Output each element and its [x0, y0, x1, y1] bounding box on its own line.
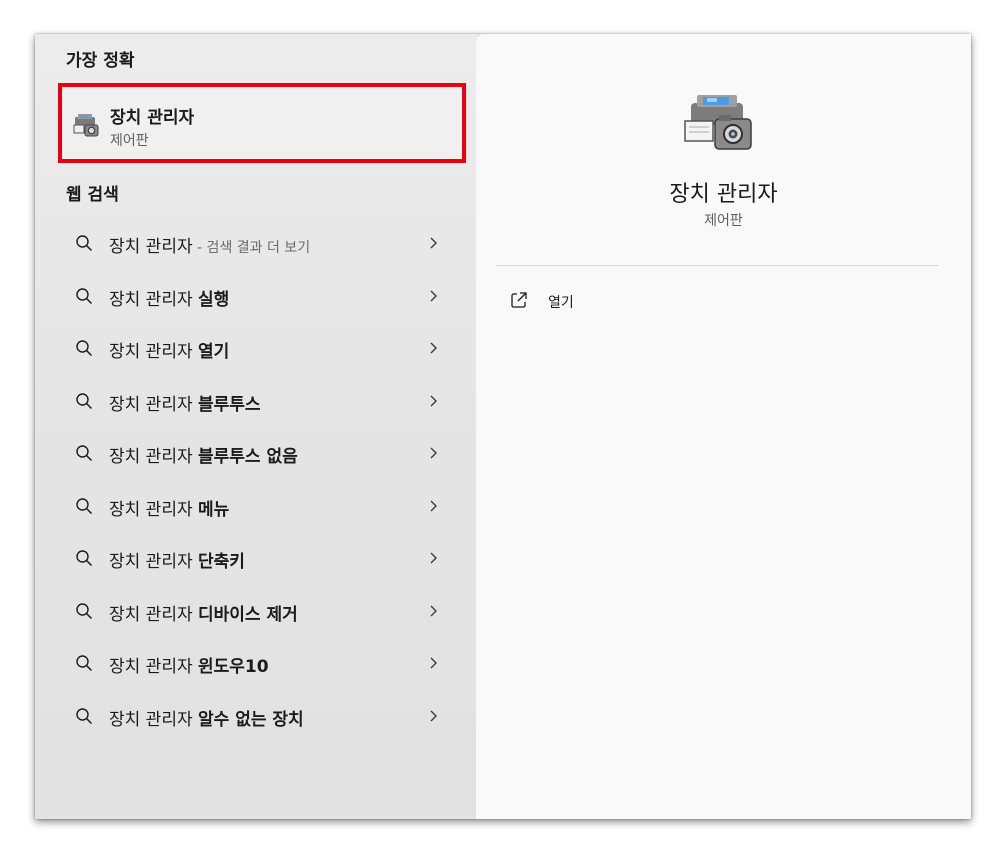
suggestion-query: 장치 관리자 — [109, 289, 199, 310]
suggestion-bold: 알수 없는 장치 — [198, 709, 304, 730]
suggestion-query: 장치 관리자 — [109, 499, 199, 520]
web-suggestion-item[interactable]: 장치 관리자 윈도우10 — [63, 640, 453, 686]
web-suggestion-item[interactable]: 장치 관리자 실행 — [63, 273, 453, 319]
best-match-header: 가장 정확 — [66, 51, 135, 71]
search-icon — [76, 497, 93, 514]
suggestion-query: 장치 관리자 — [109, 604, 199, 625]
suggestion-query: 장치 관리자 — [109, 552, 199, 572]
suggestion-bold: 디바이스 제거 — [198, 604, 298, 625]
search-icon — [76, 550, 93, 567]
web-suggestion-item[interactable]: 장치 관리자 단축키 — [63, 535, 453, 581]
chevron-right-icon — [430, 710, 437, 721]
suggestion-query: 장치 관리자 — [109, 394, 199, 415]
suggestion-text: 장치 관리자 - 검색 결과 더 보기 — [109, 232, 310, 257]
suggestion-suffix: - 검색 결과 더 보기 — [192, 240, 311, 256]
chevron-right-icon — [430, 290, 437, 301]
search-icon — [76, 445, 93, 462]
chevron-right-icon — [430, 237, 437, 249]
suggestion-text: 장치 관리자 메뉴 — [109, 495, 229, 520]
web-suggestion-item[interactable]: 장치 관리자 - 검색 결과 더 보기 — [63, 220, 453, 266]
search-window: 가장 정확 장치 관리자 제어판 웹 검색 장치 관리자 - 검색 결과 더 보… — [35, 34, 971, 819]
device-manager-icon — [73, 114, 99, 137]
search-icon — [76, 707, 93, 724]
suggestion-query: 장치 관리자 — [109, 237, 193, 257]
suggestion-query: 장치 관리자 — [109, 709, 199, 730]
search-icon — [76, 655, 93, 672]
chevron-right-icon — [430, 657, 437, 669]
best-match-title: 장치 관리자 — [110, 108, 195, 128]
suggestion-bold: 메뉴 — [198, 499, 230, 520]
preview-panel: 장치 관리자 제어판 열기 — [476, 34, 971, 819]
suggestion-text: 장치 관리자 열기 — [109, 337, 229, 362]
web-suggestion-item[interactable]: 장치 관리자 열기 — [63, 325, 453, 371]
suggestion-text: 장치 관리자 단축키 — [109, 547, 245, 572]
open-action-label: 열기 — [548, 295, 574, 311]
open-external-icon — [511, 292, 527, 308]
chevron-right-icon — [430, 552, 437, 564]
web-search-header: 웹 검색 — [66, 185, 119, 205]
suggestion-query: 장치 관리자 — [109, 657, 199, 677]
suggestion-text: 장치 관리자 윈도우10 — [109, 652, 269, 677]
suggestion-text: 장치 관리자 알수 없는 장치 — [109, 705, 304, 730]
suggestion-bold: 블루투스 — [198, 394, 261, 415]
web-suggestion-item[interactable]: 장치 관리자 메뉴 — [63, 483, 453, 529]
suggestion-text: 장치 관리자 디바이스 제거 — [109, 600, 298, 625]
web-suggestion-item[interactable]: 장치 관리자 디바이스 제거 — [63, 588, 453, 634]
search-icon — [76, 392, 93, 409]
preview-subtitle: 제어판 — [704, 213, 743, 229]
suggestion-bold: 단축키 — [198, 552, 245, 572]
search-icon — [76, 287, 93, 304]
preview-title: 장치 관리자 — [669, 182, 778, 207]
suggestion-bold: 실행 — [198, 289, 230, 310]
web-suggestion-item[interactable]: 장치 관리자 알수 없는 장치 — [63, 693, 453, 739]
chevron-right-icon — [430, 447, 437, 459]
suggestion-bold: 블루투스 없음 — [198, 447, 298, 467]
best-match-subtitle: 제어판 — [110, 133, 149, 149]
chevron-right-icon — [430, 395, 437, 406]
open-action[interactable]: 열기 — [510, 289, 630, 315]
chevron-right-icon — [430, 342, 437, 354]
divider — [496, 265, 939, 266]
chevron-right-icon — [430, 500, 437, 511]
web-suggestion-item[interactable]: 장치 관리자 블루투스 — [63, 378, 453, 424]
search-icon — [76, 235, 93, 252]
suggestion-text: 장치 관리자 실행 — [109, 285, 229, 310]
chevron-right-icon — [430, 605, 437, 616]
suggestion-bold: 윈도우10 — [198, 657, 269, 677]
suggestion-text: 장치 관리자 블루투스 없음 — [109, 442, 298, 467]
suggestion-text: 장치 관리자 블루투스 — [109, 390, 261, 415]
results-panel: 가장 정확 장치 관리자 제어판 웹 검색 장치 관리자 - 검색 결과 더 보… — [35, 34, 476, 819]
best-match-item[interactable]: 장치 관리자 제어판 — [58, 83, 466, 163]
suggestion-query: 장치 관리자 — [109, 342, 199, 362]
suggestion-query: 장치 관리자 — [109, 447, 199, 467]
search-icon — [76, 602, 93, 619]
web-suggestion-item[interactable]: 장치 관리자 블루투스 없음 — [63, 430, 453, 476]
search-icon — [76, 340, 93, 357]
suggestion-bold: 열기 — [198, 342, 230, 362]
device-manager-large-icon — [684, 95, 752, 150]
